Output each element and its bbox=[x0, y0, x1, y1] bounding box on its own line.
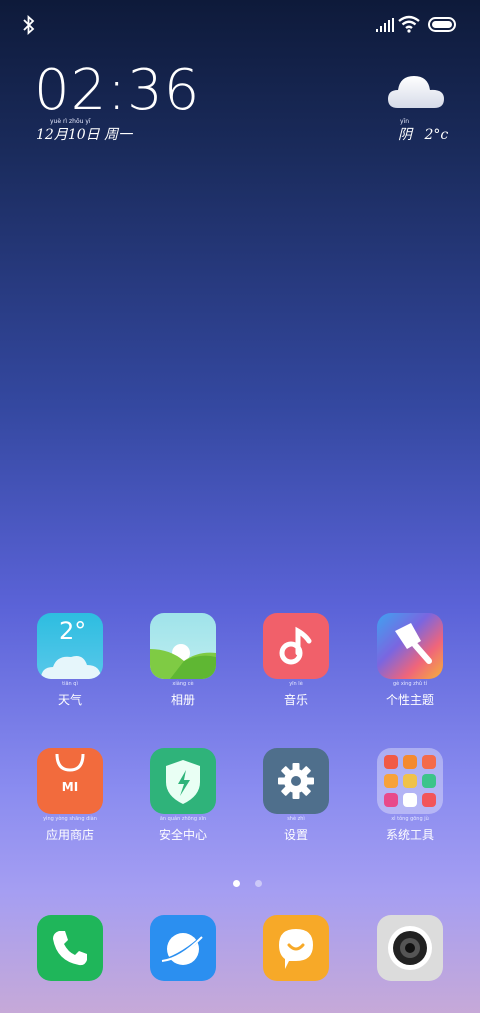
app-pinyin: gè xìng zhǔ tí bbox=[392, 681, 428, 687]
settings-icon bbox=[263, 748, 329, 814]
app-pinyin: xì tǒng gōng jù bbox=[391, 816, 429, 822]
clock-date[interactable]: 12月10日 周一 bbox=[36, 124, 132, 144]
app-store[interactable]: MI yìng yòng shāng diàn 应用商店 bbox=[27, 748, 113, 842]
app-label: 应用商店 bbox=[45, 828, 94, 842]
wifi-icon bbox=[398, 15, 420, 33]
security-icon bbox=[150, 748, 216, 814]
mi-logo: MI bbox=[61, 780, 79, 794]
app-weather[interactable]: 2° tiān qì 天气 bbox=[27, 613, 113, 707]
clock-time[interactable]: 02:36 bbox=[34, 58, 200, 123]
app-theme[interactable]: gè xìng zhǔ tí 个性主题 bbox=[367, 613, 453, 707]
app-gallery[interactable]: xiàng cè 相册 bbox=[140, 613, 226, 707]
app-label: 系统工具 bbox=[385, 828, 434, 842]
messages-icon[interactable] bbox=[263, 915, 329, 981]
page-dot bbox=[255, 880, 263, 887]
app-pinyin: yìng yòng shāng diàn bbox=[43, 816, 97, 822]
app-label: 相册 bbox=[170, 693, 195, 707]
weather-condition: 阴 bbox=[398, 127, 412, 143]
app-label: 设置 bbox=[283, 828, 308, 842]
app-music[interactable]: yīn lè 音乐 bbox=[253, 613, 339, 707]
app-folder-tools[interactable]: xì tǒng gōng jù 系统工具 bbox=[367, 748, 453, 842]
app-pinyin: yīn lè bbox=[289, 681, 303, 687]
gallery-icon bbox=[150, 613, 216, 679]
app-label: 安全中心 bbox=[158, 828, 207, 842]
app-settings[interactable]: shè zhì 设置 bbox=[253, 748, 339, 842]
app-store-icon: MI bbox=[37, 748, 103, 814]
theme-icon bbox=[377, 613, 443, 679]
music-icon bbox=[263, 613, 329, 679]
app-pinyin: xiàng cè bbox=[172, 681, 194, 687]
app-pinyin: shè zhì bbox=[287, 816, 305, 822]
cloud-icon[interactable] bbox=[386, 68, 446, 112]
app-label: 个性主题 bbox=[385, 693, 434, 707]
bluetooth-icon bbox=[23, 14, 35, 36]
phone-icon[interactable] bbox=[37, 915, 103, 981]
app-pinyin: ān quán zhōng xīn bbox=[159, 816, 207, 822]
weather-badge: 2° bbox=[59, 617, 87, 645]
status-bar bbox=[0, 0, 480, 52]
weather-icon: 2° bbox=[37, 613, 103, 679]
app-security[interactable]: ān quán zhōng xīn 安全中心 bbox=[140, 748, 226, 842]
folder-icon bbox=[377, 748, 443, 814]
weather-temp: 2°c bbox=[424, 127, 449, 143]
app-label: 音乐 bbox=[283, 693, 308, 707]
browser-icon[interactable] bbox=[150, 915, 216, 981]
app-label: 天气 bbox=[57, 693, 82, 707]
signal-icon bbox=[376, 18, 394, 32]
battery-icon bbox=[428, 17, 456, 32]
page-dot-active bbox=[233, 880, 240, 887]
app-pinyin: tiān qì bbox=[62, 681, 78, 687]
page-indicator[interactable] bbox=[228, 872, 267, 891]
camera-icon[interactable] bbox=[377, 915, 443, 981]
weather-text[interactable]: 阴 2°c bbox=[398, 124, 448, 144]
